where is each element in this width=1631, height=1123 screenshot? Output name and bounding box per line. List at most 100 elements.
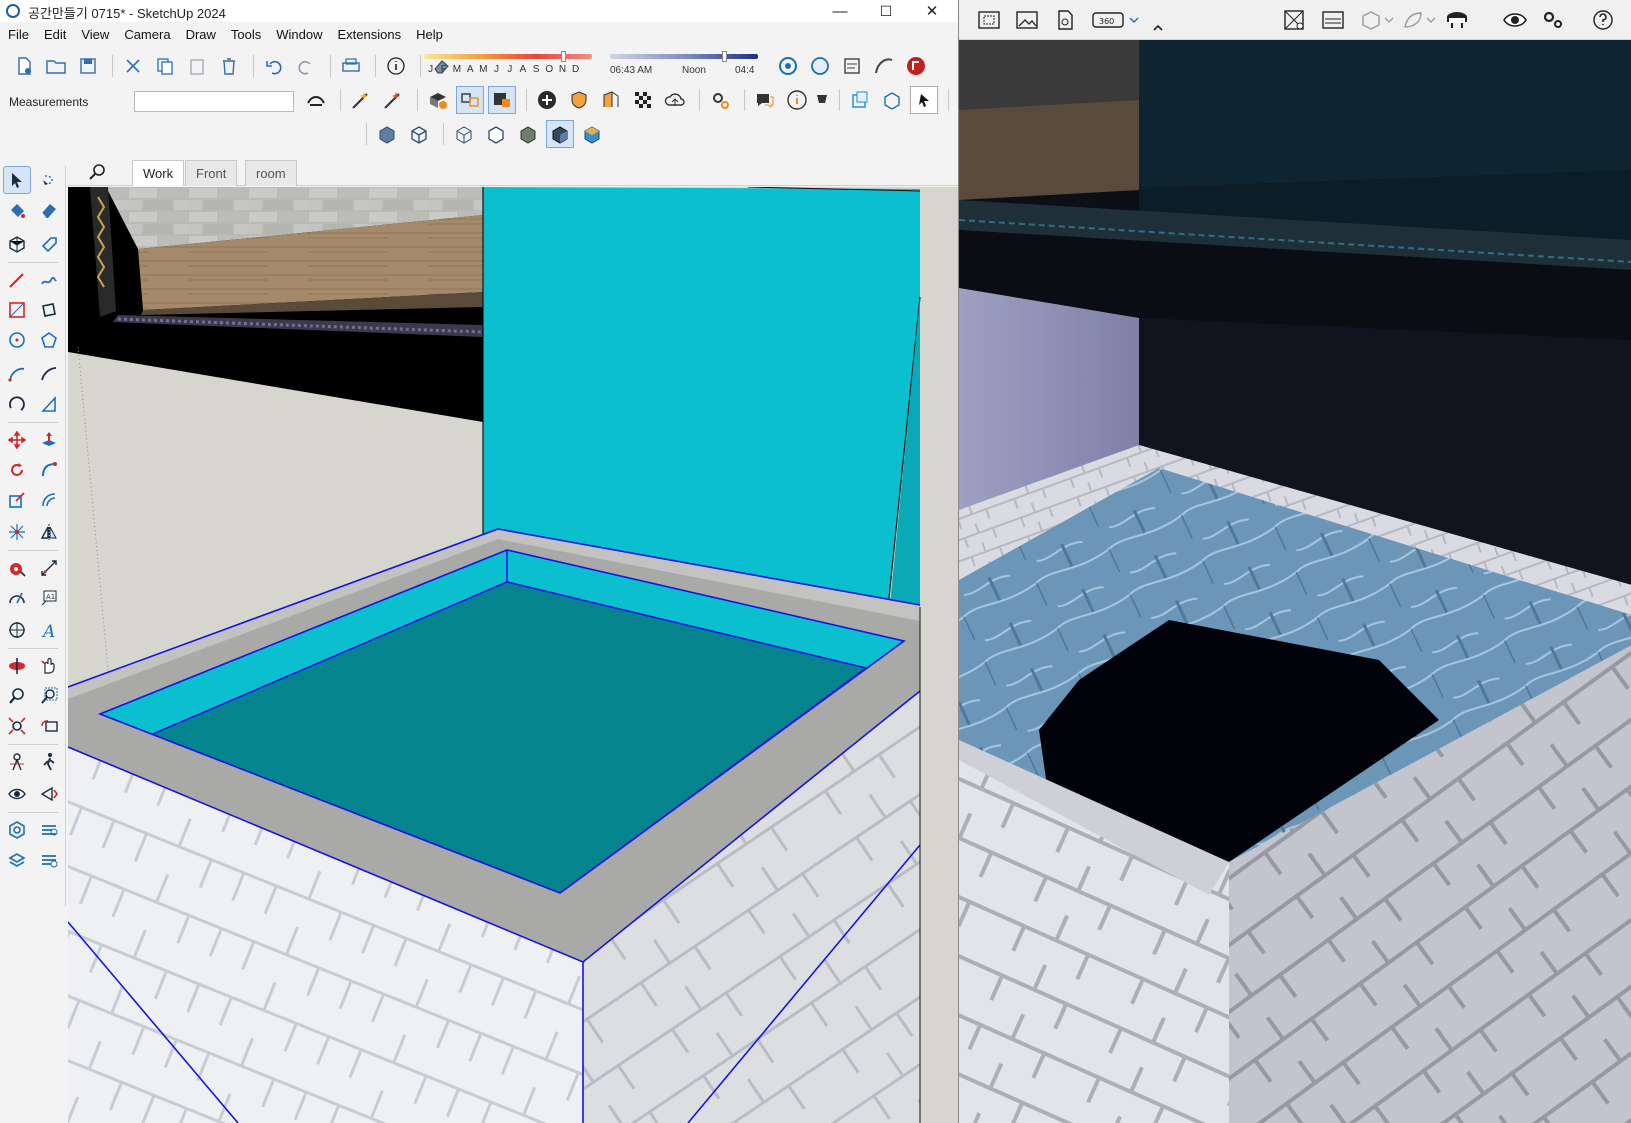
tab-front[interactable]: Front: [185, 160, 238, 186]
follow-me-icon[interactable]: [302, 86, 330, 114]
zoom-window-icon[interactable]: [35, 682, 63, 710]
xray-style-icon[interactable]: [373, 120, 401, 148]
date-slider-thumb[interactable]: [561, 51, 566, 62]
circle-tool-icon[interactable]: [3, 326, 31, 354]
material-picker-icon[interactable]: [1281, 7, 1309, 33]
three-point-arc-icon[interactable]: [3, 390, 31, 418]
layout-send-icon[interactable]: [838, 52, 866, 80]
chevron-down-icon[interactable]: [1425, 7, 1437, 33]
cart-icon[interactable]: [815, 86, 829, 114]
arc-tool-icon[interactable]: [3, 360, 31, 388]
section-box-icon[interactable]: [878, 86, 906, 114]
flip-tool-icon[interactable]: [35, 518, 63, 546]
monochrome-style-icon[interactable]: [578, 120, 606, 148]
eraser-icon[interactable]: [35, 196, 63, 224]
cube-view-icon[interactable]: [1357, 7, 1385, 33]
shadow-date-slider[interactable]: J F M A M J J A S O N D: [424, 51, 592, 75]
new-file-icon[interactable]: [10, 52, 38, 80]
magic-wand-icon[interactable]: [347, 86, 375, 114]
text-tool-icon[interactable]: A1: [35, 584, 63, 612]
redo-icon[interactable]: [292, 52, 320, 80]
move-tool-icon[interactable]: [3, 426, 31, 454]
scale-tool-icon[interactable]: [846, 86, 874, 114]
menu-view[interactable]: View: [73, 25, 116, 47]
scale-tool-left-icon[interactable]: [3, 486, 31, 514]
tape-measure-icon[interactable]: [3, 554, 31, 582]
chevron-down-icon[interactable]: [1127, 7, 1141, 33]
comment-icon[interactable]: [751, 86, 779, 114]
line-tool-icon[interactable]: [3, 266, 31, 294]
info-icon[interactable]: [783, 86, 811, 114]
model-info-icon[interactable]: [382, 52, 410, 80]
vr-headset-icon[interactable]: [1443, 7, 1471, 33]
undo-icon[interactable]: [260, 52, 288, 80]
close-button[interactable]: ✕: [909, 0, 955, 22]
lasso-select-icon[interactable]: [35, 166, 63, 194]
add-object-icon[interactable]: [533, 86, 561, 114]
vray-asset-editor-icon[interactable]: [3, 816, 31, 844]
menu-window[interactable]: Window: [268, 25, 329, 47]
rotate-tool-icon[interactable]: [3, 456, 31, 484]
rotated-rectangle-icon[interactable]: [35, 296, 63, 324]
render-preview[interactable]: [959, 40, 1631, 1123]
checker-texture-icon[interactable]: [629, 86, 657, 114]
tab-work[interactable]: Work: [132, 160, 185, 186]
rectangle-tool-icon[interactable]: [3, 296, 31, 324]
curve-tool-icon[interactable]: [870, 52, 898, 80]
render-360-icon[interactable]: 360: [1089, 7, 1129, 33]
menu-extensions[interactable]: Extensions: [330, 25, 409, 47]
menu-tools[interactable]: Tools: [223, 25, 268, 47]
zoom-extents-icon[interactable]: [3, 712, 31, 740]
menu-help[interactable]: Help: [408, 25, 450, 47]
tag-tool-icon[interactable]: [35, 230, 63, 258]
shaded-textures-style-icon[interactable]: [546, 120, 574, 148]
search-icon[interactable]: [88, 162, 108, 185]
walk-tool-icon[interactable]: [35, 748, 63, 776]
dimension-tool-icon[interactable]: [35, 554, 63, 582]
position-camera-icon[interactable]: [3, 748, 31, 776]
tab-room[interactable]: room: [245, 160, 297, 186]
menu-edit[interactable]: Edit: [36, 25, 73, 47]
hidden-line-style-icon[interactable]: [482, 120, 510, 148]
section-plane-icon[interactable]: [35, 780, 63, 808]
zoom-tool-icon[interactable]: [3, 682, 31, 710]
back-edges-style-icon[interactable]: [405, 120, 433, 148]
cursor-select-icon[interactable]: [910, 86, 938, 114]
vray-interactive-icon[interactable]: [806, 52, 834, 80]
material-editor-icon[interactable]: [597, 86, 625, 114]
3d-text-icon[interactable]: A: [35, 616, 63, 644]
vray-lights-icon[interactable]: [3, 846, 31, 874]
swap-components-icon[interactable]: [456, 86, 484, 114]
region-render-icon[interactable]: [975, 7, 1003, 33]
orbit-tool-icon[interactable]: [3, 652, 31, 680]
offset-tool-icon[interactable]: [35, 486, 63, 514]
shield-icon[interactable]: [565, 86, 593, 114]
axes-tool-icon[interactable]: [3, 616, 31, 644]
measurements-input[interactable]: [134, 91, 294, 112]
follow-me-tool-icon[interactable]: [35, 456, 63, 484]
solid-tools-icon[interactable]: [3, 518, 31, 546]
help-icon[interactable]: [1589, 7, 1617, 33]
select-tool-icon[interactable]: [3, 166, 31, 194]
cloud-upload-icon[interactable]: [661, 86, 689, 114]
freehand-tool-icon[interactable]: [35, 266, 63, 294]
print-icon[interactable]: [337, 52, 365, 80]
camera-component-icon[interactable]: [488, 86, 516, 114]
render-image-icon[interactable]: [1013, 7, 1041, 33]
vray-settings-icon[interactable]: [35, 846, 63, 874]
settings-icon[interactable]: [706, 86, 734, 114]
pan-tool-icon[interactable]: [35, 652, 63, 680]
component-options-icon[interactable]: [424, 86, 452, 114]
render-settings-icon[interactable]: [1539, 7, 1567, 33]
ruby-console-icon[interactable]: [902, 52, 930, 80]
open-folder-icon[interactable]: [42, 52, 70, 80]
eye-icon[interactable]: [1501, 7, 1529, 33]
chevron-up-icon[interactable]: [1151, 20, 1165, 36]
magic-wand-select-icon[interactable]: [379, 86, 407, 114]
cut-icon[interactable]: [119, 52, 147, 80]
paste-icon[interactable]: [183, 52, 211, 80]
vray-render-icon[interactable]: [774, 52, 802, 80]
menu-file[interactable]: File: [0, 25, 36, 47]
wireframe-style-icon[interactable]: [450, 120, 478, 148]
pie-tool-icon[interactable]: [35, 390, 63, 418]
